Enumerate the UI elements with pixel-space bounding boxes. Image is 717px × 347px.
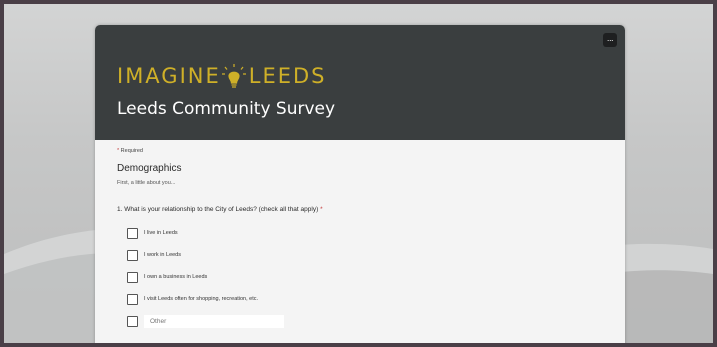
required-note: * Required xyxy=(117,148,143,154)
lightbulb-logo-icon xyxy=(221,64,246,88)
option-work[interactable]: I work in Leeds xyxy=(127,244,284,266)
question-1-text: 1. What is your relationship to the City… xyxy=(117,206,319,213)
section-description: First, a little about you... xyxy=(117,180,176,186)
form-card: ... IMAGINE LEEDS Leeds Community Survey… xyxy=(95,25,625,343)
checkbox-icon[interactable] xyxy=(127,227,138,239)
required-note-text: Required xyxy=(120,148,143,154)
option-live[interactable]: I live in Leeds xyxy=(127,222,284,244)
option-label: I own a business in Leeds xyxy=(144,274,208,280)
logo-text-left: IMAGINE xyxy=(117,64,221,88)
checkbox-icon[interactable] xyxy=(127,293,138,305)
more-options-icon: ... xyxy=(606,34,614,43)
form-title: Leeds Community Survey xyxy=(117,99,336,119)
form-header-banner: ... IMAGINE LEEDS Leeds Community Survey xyxy=(95,25,625,140)
logo-text-right: LEEDS xyxy=(248,64,327,88)
option-business[interactable]: I own a business in Leeds xyxy=(127,266,284,288)
section-title: Demographics xyxy=(117,163,182,174)
option-visit[interactable]: I visit Leeds often for shopping, recrea… xyxy=(127,288,284,310)
required-star: * xyxy=(117,148,120,154)
question-1: 1. What is your relationship to the City… xyxy=(117,206,323,213)
question-required-star: * xyxy=(320,206,323,213)
checkbox-icon[interactable] xyxy=(127,271,138,283)
other-input[interactable] xyxy=(144,314,284,328)
checkbox-icon[interactable] xyxy=(127,315,138,327)
imagine-leeds-logo: IMAGINE LEEDS xyxy=(117,63,327,88)
page-background: ... IMAGINE LEEDS Leeds Community Survey… xyxy=(4,4,713,343)
checkbox-icon[interactable] xyxy=(127,249,138,261)
question-1-options: I live in Leeds I work in Leeds I own a … xyxy=(127,222,284,332)
more-options-button[interactable]: ... xyxy=(603,33,617,47)
option-label: I visit Leeds often for shopping, recrea… xyxy=(144,296,259,302)
option-label: I live in Leeds xyxy=(144,230,178,236)
option-label: I work in Leeds xyxy=(144,252,181,258)
option-other[interactable] xyxy=(127,310,284,332)
